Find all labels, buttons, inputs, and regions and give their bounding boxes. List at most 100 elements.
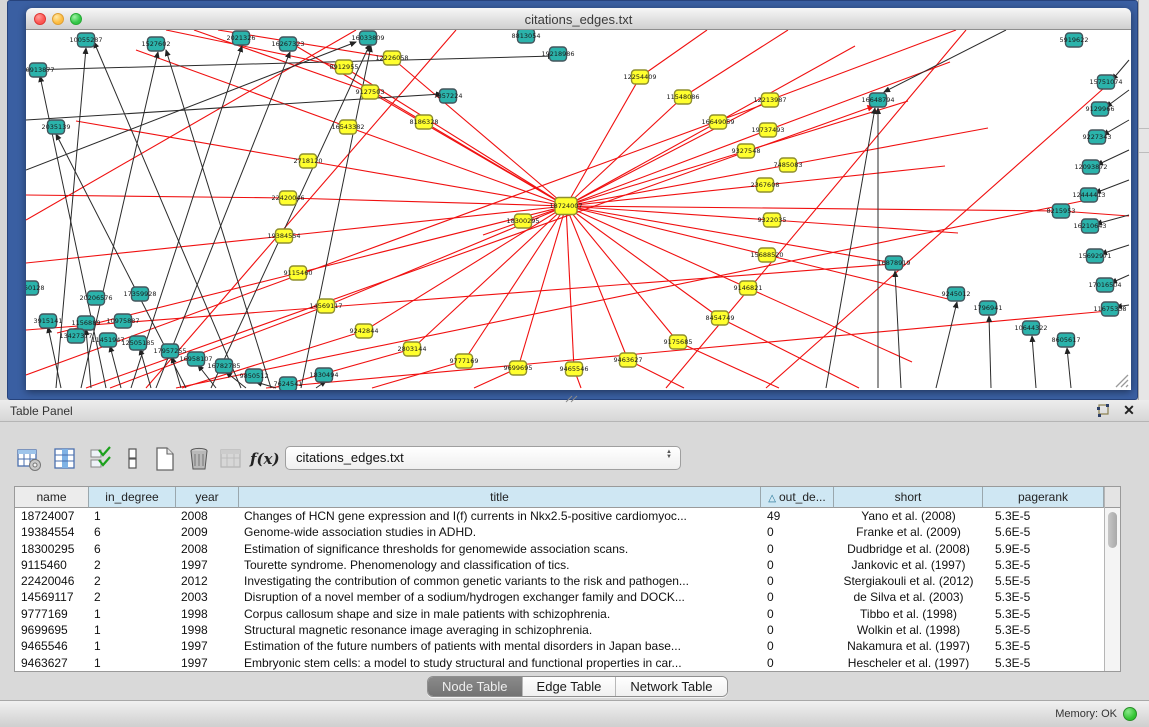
edge[interactable] <box>348 127 566 206</box>
function-builder-icon[interactable]: f(x) <box>250 450 280 468</box>
graph-node[interactable]: 8660128 <box>26 281 44 295</box>
graph-node[interactable]: 16648794 <box>861 93 894 107</box>
resize-grip-icon[interactable] <box>1115 374 1129 388</box>
graph-node[interactable]: 8215953 <box>1047 204 1076 218</box>
create-table-icon[interactable] <box>152 446 178 472</box>
edge[interactable] <box>26 94 442 120</box>
edge[interactable] <box>392 58 566 206</box>
graph-node[interactable]: 7485083 <box>774 158 803 172</box>
graph-node[interactable]: 9322035 <box>758 213 787 227</box>
graph-node[interactable]: 19384554 <box>267 229 300 243</box>
column-header-pagerank[interactable]: pagerank <box>983 487 1104 508</box>
edge[interactable] <box>772 220 958 233</box>
edge[interactable] <box>146 30 456 388</box>
delete-table-icon[interactable] <box>186 446 212 472</box>
edge[interactable] <box>1032 336 1036 388</box>
tab-node-table[interactable]: Node Table <box>428 677 523 696</box>
memory-ok-icon[interactable] <box>1123 707 1137 721</box>
graph-node[interactable]: 18724007 <box>549 198 582 215</box>
edge[interactable] <box>989 316 991 388</box>
graph-node[interactable]: 16033809 <box>351 31 384 45</box>
table-body[interactable]: 1872400712008Changes of HCN gene express… <box>15 508 1104 671</box>
graph-node[interactable]: 9850512 <box>240 369 269 383</box>
graph-node[interactable]: 5919622 <box>1060 33 1089 47</box>
edge[interactable] <box>156 52 290 388</box>
graph-node[interactable]: 12505185 <box>121 336 154 350</box>
table-row[interactable]: 1872400712008Changes of HCN gene express… <box>15 508 1104 524</box>
table-row[interactable]: 1830029562008Estimation of significance … <box>15 541 1104 557</box>
table-row[interactable]: 1938455462009Genome-wide association stu… <box>15 524 1104 540</box>
graph-node[interactable]: 1796941 <box>974 301 1003 315</box>
graph-node[interactable]: 11675338 <box>1093 302 1126 316</box>
graph-node[interactable]: 15688520 <box>750 248 783 262</box>
graph-node[interactable]: 11548086 <box>666 90 699 104</box>
column-header-in_degree[interactable]: in_degree <box>89 487 176 508</box>
graph-node[interactable]: 9227343 <box>1083 130 1112 144</box>
graph-node[interactable]: 17016504 <box>1088 278 1121 292</box>
edge[interactable] <box>748 288 912 362</box>
graph-node[interactable]: 8186328 <box>410 115 439 129</box>
graph-node[interactable]: 19218986 <box>541 47 574 61</box>
column-header-short[interactable]: short <box>834 487 983 508</box>
edge[interactable] <box>718 46 855 122</box>
graph-node[interactable]: 17359928 <box>123 287 156 301</box>
network-window-titlebar[interactable]: citations_edges.txt <box>26 8 1131 30</box>
graph-node[interactable]: 16649059 <box>701 115 734 129</box>
network-window[interactable]: citations_edges.txt 18724007183002958912… <box>26 8 1131 390</box>
edge[interactable] <box>788 128 988 165</box>
edge[interactable] <box>26 30 356 220</box>
column-header-year[interactable]: year <box>176 487 239 508</box>
table-row[interactable]: 946554611997Estimation of the future num… <box>15 638 1104 654</box>
close-panel-icon[interactable]: ✕ <box>1121 402 1137 418</box>
graph-node[interactable]: 3915141 <box>34 314 63 328</box>
table-row[interactable]: 2242004622012Investigating the contribut… <box>15 573 1104 589</box>
edge[interactable] <box>566 206 1061 211</box>
column-header-out_degree[interactable]: △out_de... <box>761 487 834 508</box>
edge[interactable] <box>1067 348 1071 388</box>
graph-node[interactable]: 9465546 <box>560 362 589 376</box>
graph-node[interactable]: 9129966 <box>1086 102 1115 116</box>
scrollbar-thumb[interactable] <box>1108 512 1117 548</box>
edge[interactable] <box>464 206 566 361</box>
table-panel-titlebar[interactable]: Table Panel ✕ <box>0 400 1149 422</box>
edge[interactable] <box>76 121 308 161</box>
edge[interactable] <box>566 130 768 206</box>
edge[interactable] <box>266 311 1108 388</box>
edge[interactable] <box>166 50 271 388</box>
graph-node[interactable]: 2803144 <box>398 342 427 356</box>
graph-node[interactable]: 22420046 <box>271 191 304 205</box>
float-panel-icon[interactable] <box>1095 403 1111 419</box>
edge[interactable] <box>26 236 284 263</box>
graph-node[interactable]: 12444413 <box>1072 188 1105 202</box>
column-header-title[interactable]: title <box>239 487 761 508</box>
graph-node[interactable]: 12213987 <box>753 93 786 107</box>
graph-node[interactable]: 15692971 <box>1078 249 1111 263</box>
graph-node[interactable]: 12093872 <box>1074 160 1107 174</box>
graph-node[interactable]: 12254409 <box>623 70 656 84</box>
table-select-dropdown[interactable]: citations_edges.txt ▲▼ <box>285 446 681 470</box>
graph-node[interactable]: 16267323 <box>271 37 304 51</box>
graph-node[interactable]: 9242844 <box>350 324 379 338</box>
show-hide-columns-icon[interactable] <box>52 446 78 472</box>
graph-node[interactable]: 8912955 <box>330 60 359 74</box>
graph-node[interactable]: 10975887 <box>106 314 139 328</box>
graph-node[interactable]: 9115460 <box>284 266 313 280</box>
table-row[interactable]: 946362711997Embryonic stem cells: a mode… <box>15 655 1104 671</box>
column-header-name[interactable]: name <box>15 487 89 508</box>
edge[interactable] <box>110 346 121 388</box>
edge[interactable] <box>770 30 956 100</box>
table-row[interactable]: 969969511998Structural magnetic resonanc… <box>15 622 1104 638</box>
tab-network-table[interactable]: Network Table <box>616 677 726 696</box>
graph-node[interactable]: 2035139 <box>42 120 71 134</box>
table-row[interactable]: 1456911722003Disruption of a novel membe… <box>15 589 1104 605</box>
graph-node[interactable]: 20206576 <box>79 291 112 305</box>
graph-node[interactable]: 2718120 <box>294 154 323 168</box>
edge[interactable] <box>936 302 957 388</box>
graph-node[interactable]: 2367608 <box>751 178 780 192</box>
graph-node[interactable]: 15751074 <box>1089 75 1122 89</box>
edge[interactable] <box>666 30 966 388</box>
graph-node[interactable]: 1527602 <box>142 37 171 51</box>
divider-handle-icon[interactable] <box>564 395 578 403</box>
edge[interactable] <box>566 206 574 369</box>
table-settings-icon[interactable] <box>16 446 42 472</box>
